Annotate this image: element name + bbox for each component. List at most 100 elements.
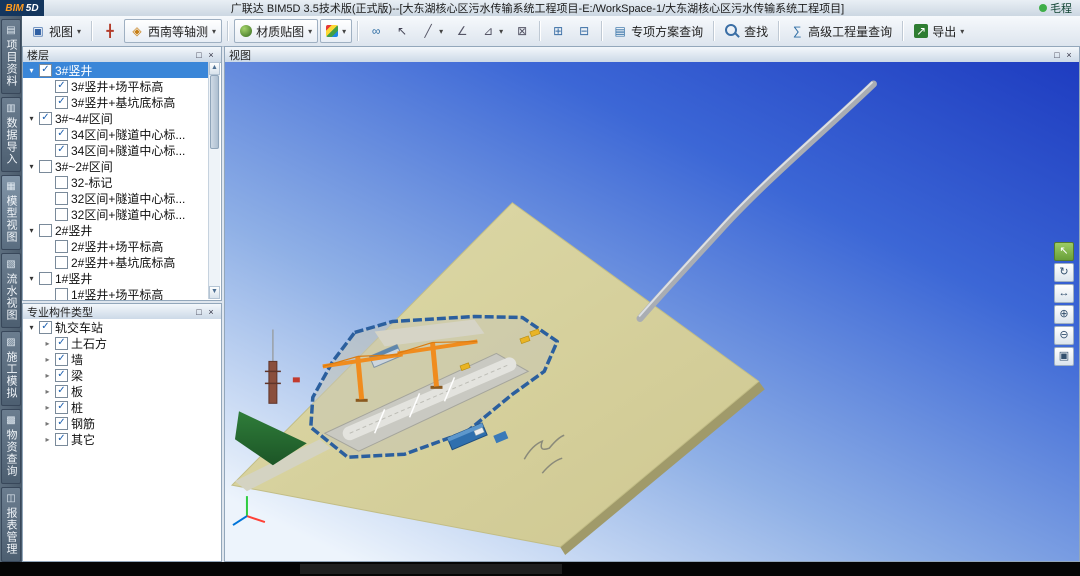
tree-row[interactable]: ✓ 3#竖井+基坑底标高 <box>23 94 209 110</box>
expander-icon[interactable]: ▸ <box>43 387 52 396</box>
tree-row[interactable]: ▸ ✓ 板 <box>23 383 221 399</box>
expander-icon[interactable]: ▸ <box>43 403 52 412</box>
pin-icon[interactable]: □ <box>193 307 205 317</box>
zoom-out-tool[interactable]: ⊖ <box>1054 326 1074 345</box>
expander-icon[interactable]: ▸ <box>43 339 52 348</box>
tree-row[interactable]: ▸ ✓ 墙 <box>23 351 221 367</box>
checkbox[interactable] <box>55 239 68 253</box>
checkbox[interactable]: ✓ <box>55 336 68 350</box>
pin-icon[interactable]: □ <box>1051 50 1063 60</box>
checkbox[interactable]: ✓ <box>55 95 68 109</box>
checkbox[interactable] <box>55 191 68 205</box>
markup-button[interactable]: ⊿ ▾ <box>476 20 508 42</box>
tree-row[interactable]: 32-标记 <box>23 174 209 190</box>
sidebar-item-4[interactable]: ▨ 施工模拟 <box>1 331 21 406</box>
tree-row[interactable]: ✓ 34区间+隧道中心标... <box>23 142 209 158</box>
zoom-extents-tool[interactable]: ▣ <box>1054 347 1074 366</box>
checkbox[interactable] <box>39 271 52 285</box>
sidebar-item-6[interactable]: ◫ 报表管理 <box>1 487 21 562</box>
checkbox[interactable]: ✓ <box>55 143 68 157</box>
tree-row[interactable]: ▾ 1#竖井 <box>23 270 209 286</box>
checkbox[interactable]: ✓ <box>55 368 68 382</box>
expander-icon[interactable]: ▾ <box>27 274 36 283</box>
tree-row[interactable]: ▾ 2#竖井 <box>23 222 209 238</box>
expander-icon[interactable]: ▸ <box>43 371 52 380</box>
tree-row[interactable]: ▾ 3#~2#区间 <box>23 158 209 174</box>
scroll-up-icon[interactable]: ▲ <box>209 62 220 75</box>
checkbox[interactable]: ✓ <box>55 416 68 430</box>
angle-button[interactable]: ∠ <box>450 20 474 42</box>
tree-row[interactable]: 1#竖井+场平标高 <box>23 286 209 300</box>
user-account[interactable]: 毛程 <box>1031 0 1080 16</box>
tree-row[interactable]: 2#竖井+场平标高 <box>23 238 209 254</box>
display-style-combo[interactable]: 材质贴图 ▾ <box>234 19 319 43</box>
tree-row[interactable]: ▾ ✓ 轨交车站 <box>23 319 221 335</box>
floors-scrollbar[interactable]: ▲ ▼ <box>208 62 220 299</box>
section-plane-button[interactable]: ⊟ <box>572 20 596 42</box>
tree-row[interactable]: 32区间+隧道中心标... <box>23 190 209 206</box>
expander-icon[interactable]: ▾ <box>27 162 36 171</box>
sidebar-item-3[interactable]: ▧ 流水视图 <box>1 253 21 328</box>
pan-tool[interactable]: ↔ <box>1054 284 1074 303</box>
scroll-down-icon[interactable]: ▼ <box>209 286 220 299</box>
tree-row[interactable]: ▾ ✓ 3#~4#区间 <box>23 110 209 126</box>
checkbox[interactable]: ✓ <box>39 63 52 77</box>
viewport-3d-scene[interactable] <box>225 62 1079 561</box>
expander-icon[interactable]: ▾ <box>27 323 36 332</box>
checkbox[interactable] <box>55 207 68 221</box>
checkbox[interactable] <box>55 255 68 269</box>
checkbox[interactable]: ✓ <box>55 79 68 93</box>
checkbox[interactable] <box>39 223 52 237</box>
close-icon[interactable]: × <box>205 307 217 317</box>
checkbox[interactable]: ✓ <box>55 400 68 414</box>
orbit-tool[interactable]: ↻ <box>1054 263 1074 282</box>
advanced-quantity-query-button[interactable]: ∑ 高级工程量查询 <box>785 20 897 42</box>
tree-row[interactable]: ▸ ✓ 土石方 <box>23 335 221 351</box>
checkbox[interactable]: ✓ <box>55 432 68 446</box>
checkbox[interactable] <box>55 175 68 189</box>
tree-row[interactable]: 2#竖井+基坑底标高 <box>23 254 209 270</box>
expander-icon[interactable]: ▸ <box>43 419 52 428</box>
export-button[interactable]: ↗ 导出 ▾ <box>909 20 969 42</box>
expander-icon[interactable]: ▸ <box>43 355 52 364</box>
tree-row[interactable]: ✓ 34区间+隧道中心标... <box>23 126 209 142</box>
tree-row[interactable]: ▸ ✓ 钢筋 <box>23 415 221 431</box>
expander-icon[interactable]: ▾ <box>27 114 36 123</box>
pin-icon[interactable]: □ <box>193 50 205 60</box>
checkbox[interactable]: ✓ <box>55 384 68 398</box>
sidebar-item-0[interactable]: ▤ 项目资料 <box>1 19 21 94</box>
select-button[interactable]: ↖ <box>390 20 414 42</box>
expander-icon[interactable]: ▾ <box>27 226 36 235</box>
link-button[interactable]: ∞ <box>364 20 388 42</box>
tree-row[interactable]: ▸ ✓ 梁 <box>23 367 221 383</box>
view-menu-button[interactable]: ▣ 视图 ▾ <box>26 20 86 42</box>
tree-row[interactable]: ▾ ✓ 3#竖井 <box>23 62 209 78</box>
tree-row[interactable]: ▸ ✓ 其它 <box>23 431 221 447</box>
scrollbar-thumb[interactable] <box>210 75 219 149</box>
measure-button[interactable]: ╱ ▾ <box>416 20 448 42</box>
select-tool[interactable]: ↖ <box>1054 242 1074 261</box>
special-plan-query-button[interactable]: ▤ 专项方案查询 <box>608 20 708 42</box>
checkbox[interactable]: ✓ <box>39 111 52 125</box>
find-button[interactable]: 查找 <box>720 20 773 42</box>
viewport-3d-canvas[interactable] <box>225 62 1079 561</box>
expander-icon[interactable]: ▸ <box>43 435 52 444</box>
checkbox[interactable]: ✓ <box>39 320 52 334</box>
sidebar-item-1[interactable]: ▥ 数据导入 <box>1 97 21 172</box>
section-box-button[interactable]: ⊞ <box>546 20 570 42</box>
checkbox[interactable] <box>55 287 68 300</box>
sidebar-item-5[interactable]: ▩ 物资查询 <box>1 409 21 484</box>
zoom-in-tool[interactable]: ⊕ <box>1054 305 1074 324</box>
color-combo[interactable]: ▾ <box>320 19 353 43</box>
erase-button[interactable]: ⊠ <box>510 20 534 42</box>
checkbox[interactable] <box>39 159 52 173</box>
tree-row[interactable]: ▸ ✓ 桩 <box>23 399 221 415</box>
tree-row[interactable]: ✓ 3#竖井+场平标高 <box>23 78 209 94</box>
home-view-button[interactable]: ╋ <box>98 20 122 42</box>
sidebar-item-2[interactable]: ▦ 模型视图 <box>1 175 21 250</box>
tree-row[interactable]: 32区间+隧道中心标... <box>23 206 209 222</box>
expander-icon[interactable]: ▾ <box>27 66 36 75</box>
close-icon[interactable]: × <box>1063 50 1075 60</box>
close-icon[interactable]: × <box>205 50 217 60</box>
view-direction-combo[interactable]: ◈ 西南等轴测 ▾ <box>124 19 223 43</box>
